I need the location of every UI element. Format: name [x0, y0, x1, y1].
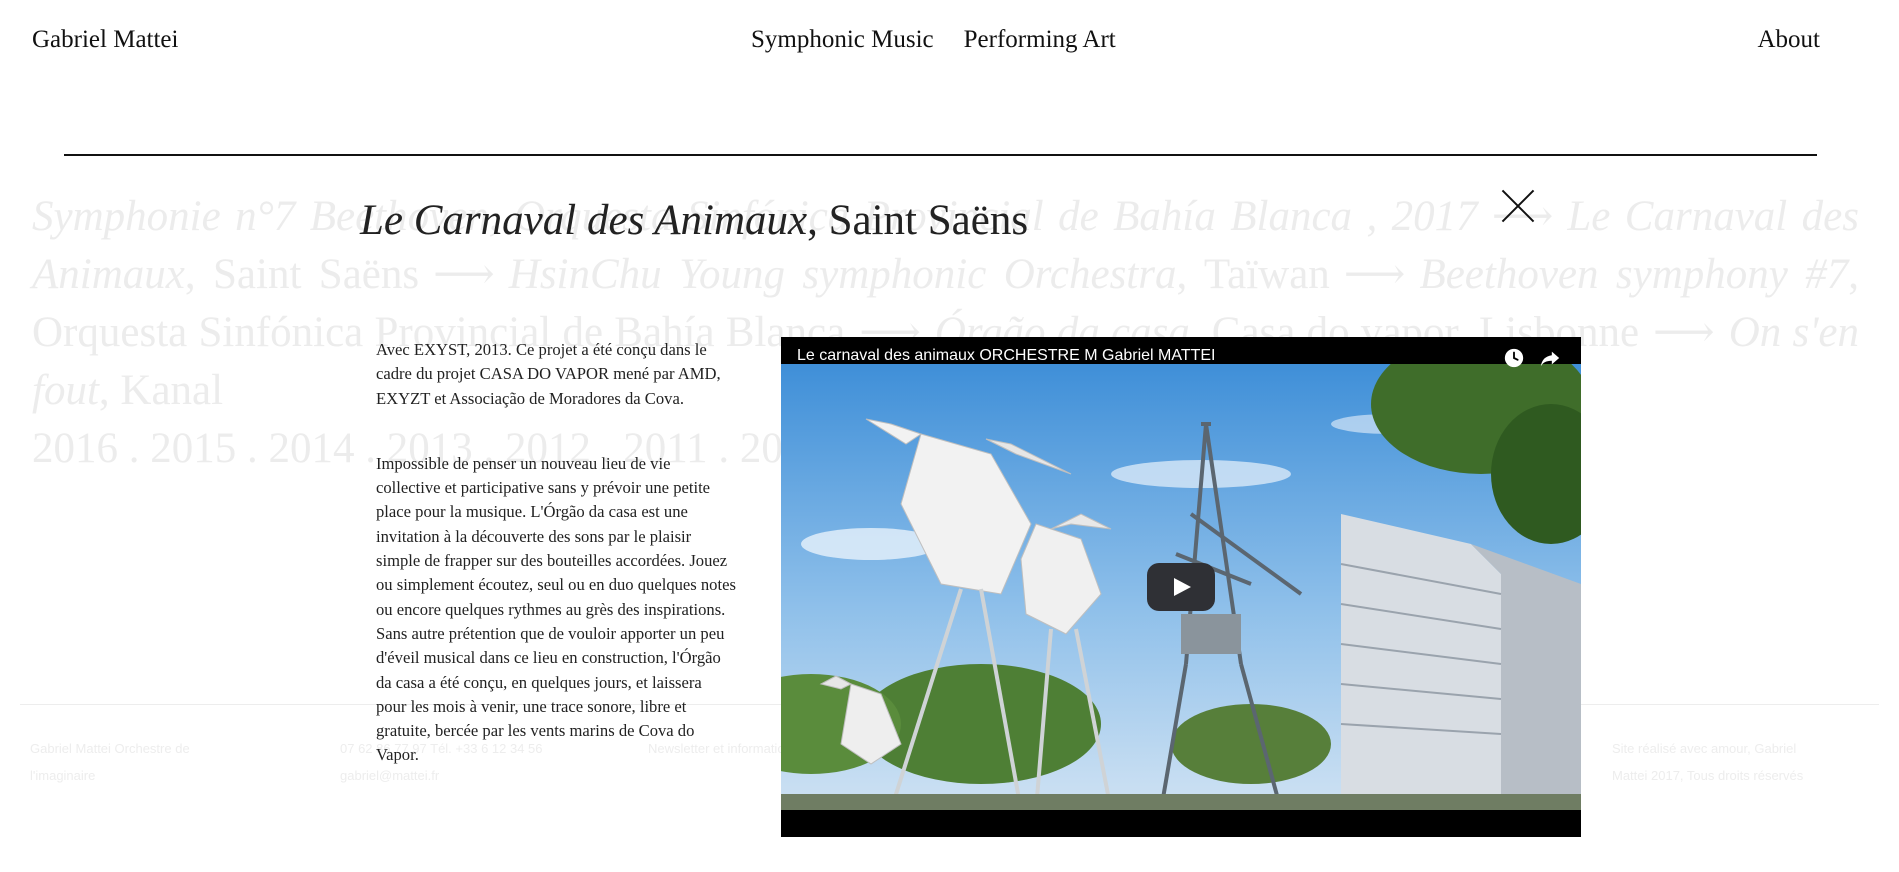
- bg-project-6-detail: , Kanal: [98, 367, 224, 414]
- header-divider: [64, 154, 1817, 156]
- close-icon[interactable]: [1500, 188, 1536, 224]
- video-control-bar: [781, 810, 1581, 837]
- share-icon[interactable]: [1539, 347, 1561, 369]
- nav-performing-art[interactable]: Performing Art: [964, 26, 1116, 54]
- description-paragraph-1: Avec EXYST, 2013. Ce projet a été conçu …: [376, 340, 721, 408]
- footer-col-1: Gabriel Mattei Orchestre de l'imaginaire: [30, 741, 190, 783]
- main-nav: Symphonic Music Performing Art: [751, 26, 1116, 54]
- modal-title-work: Le Carnaval des Animaux: [360, 197, 808, 244]
- description-paragraph-2: Impossible de penser un nouveau lieu de …: [376, 453, 736, 765]
- nav-symphonic-music[interactable]: Symphonic Music: [751, 26, 934, 54]
- site-title[interactable]: Gabriel Mattei: [32, 26, 178, 54]
- video-title[interactable]: Le carnaval des animaux ORCHESTRE M Gabr…: [797, 347, 1216, 365]
- nav-about[interactable]: About: [1758, 26, 1821, 54]
- modal-title: Le Carnaval des Animaux, Saint Saëns: [360, 196, 1028, 245]
- modal-title-composer: , Saint Saëns: [807, 197, 1029, 244]
- bg-project-3-detail: , Taïwan: [1176, 251, 1330, 298]
- bg-project-2-detail: , Saint Saëns: [184, 251, 420, 298]
- footer-col-4: Site réalisé avec amour, Gabriel Mattei …: [1612, 741, 1804, 783]
- video-player[interactable]: Le carnaval des animaux ORCHESTRE M Gabr…: [781, 337, 1581, 837]
- play-button[interactable]: [1147, 563, 1215, 611]
- bg-project-4-title: Beethoven symphony #7: [1419, 251, 1849, 298]
- bg-project-3-title: HsinChu Young symphonic Orchestra: [508, 251, 1177, 298]
- watch-later-icon[interactable]: [1503, 347, 1525, 369]
- modal-description: Avec EXYST, 2013. Ce projet a été conçu …: [376, 338, 736, 809]
